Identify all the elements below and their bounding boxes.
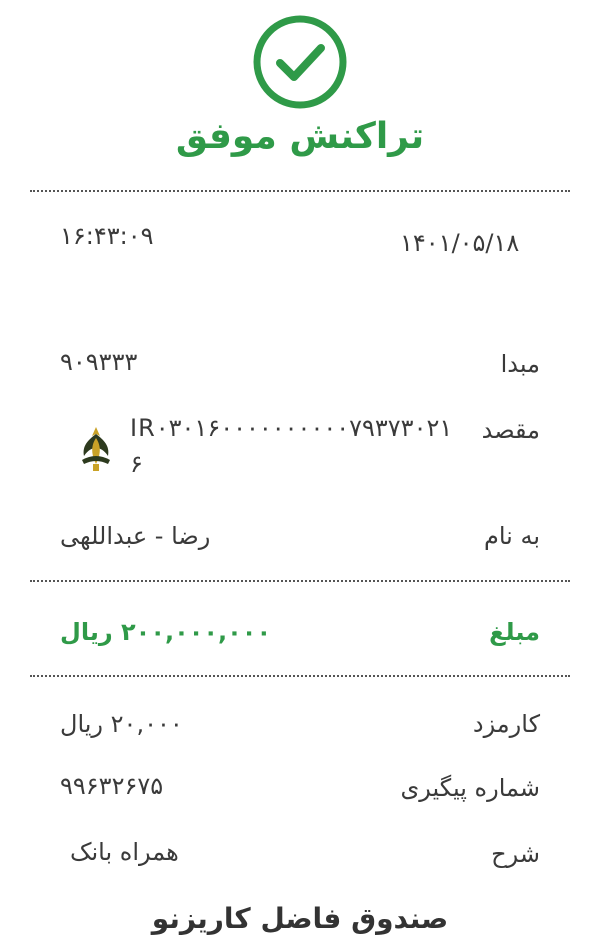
destination-value: IR۰۳۰۱۶۰۰۰۰۰۰۰۰۰۰۷۹۳۷۳۰۲۱۶	[130, 414, 453, 478]
name-label: به نام	[483, 522, 540, 550]
divider	[30, 675, 570, 677]
divider	[30, 190, 570, 192]
name-value: رضا - عبداللهی	[60, 522, 211, 550]
fee-value: ۲۰,۰۰۰ ریال	[60, 710, 183, 738]
amount-label: مبلغ	[489, 618, 540, 646]
check-circle-icon	[252, 14, 348, 110]
source-label: مبدا	[500, 350, 540, 378]
fee-label: کارمزد	[472, 710, 540, 738]
transaction-time: ۱۶:۴۳:۰۹	[60, 222, 154, 250]
tracking-value: ۹۹۶۳۲۶۷۵	[60, 772, 164, 800]
amount-value: ۲۰۰,۰۰۰,۰۰۰ ریال	[60, 618, 272, 646]
description-label: شرح	[491, 840, 540, 868]
description-value: همراه بانک	[70, 838, 179, 866]
bank-emblem-icon	[74, 424, 118, 474]
divider	[30, 580, 570, 582]
tracking-label: شماره پیگیری	[400, 774, 540, 802]
source-value: ۹۰۹۳۳۳	[60, 348, 138, 376]
status-title: تراکنش موفق	[175, 116, 425, 157]
transaction-date: ۱۴۰۱/۰۵/۱۸	[400, 229, 520, 257]
destination-label: مقصد	[481, 416, 540, 444]
footer-title: صندوق فاضل کاریزنو	[151, 902, 449, 935]
